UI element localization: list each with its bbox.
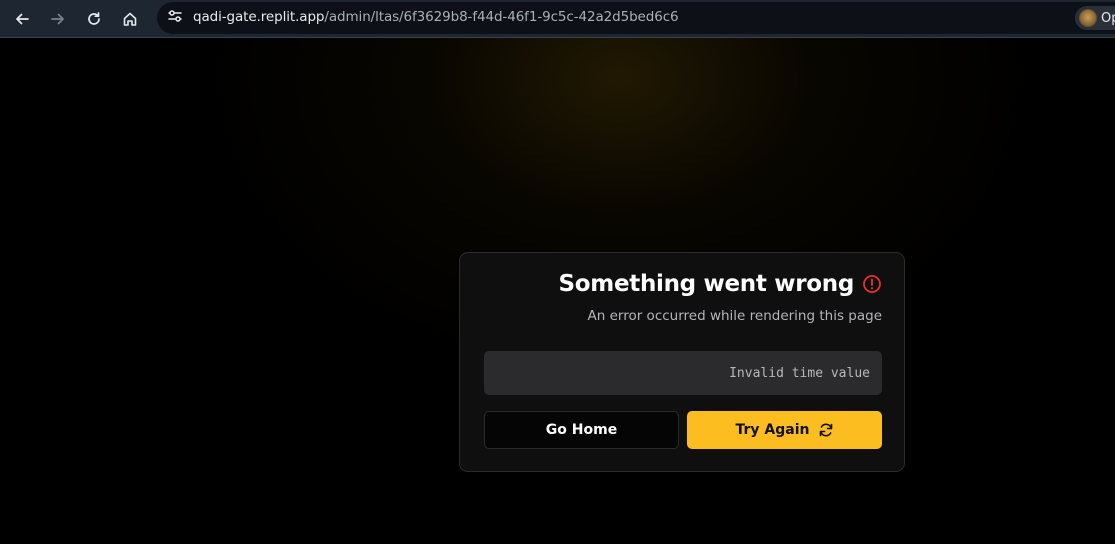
home-icon (122, 11, 138, 27)
profile-label: Op (1101, 10, 1115, 26)
error-message-box: Invalid time value (484, 351, 882, 395)
avatar (1079, 9, 1097, 27)
error-message: Invalid time value (729, 365, 870, 381)
go-home-button[interactable]: Go Home (484, 411, 679, 449)
error-card: Something went wrong An error occurred w… (459, 252, 905, 472)
refresh-icon (818, 422, 834, 438)
home-button[interactable] (116, 5, 144, 33)
back-button[interactable] (8, 5, 36, 33)
try-again-button[interactable]: Try Again (687, 411, 882, 449)
browser-toolbar: qadi-gate.replit.app/admin/ltas/6f3629b8… (0, 0, 1115, 38)
reload-button[interactable] (80, 5, 108, 33)
profile-button[interactable]: Op (1075, 6, 1115, 30)
try-again-label: Try Again (735, 422, 810, 438)
tune-icon (167, 8, 183, 28)
url-text[interactable]: qadi-gate.replit.app/admin/ltas/6f3629b8… (193, 9, 679, 25)
url-host: qadi-gate.replit.app (193, 9, 325, 25)
alert-circle-icon (862, 274, 882, 294)
forward-button[interactable] (44, 5, 72, 33)
reload-icon (86, 11, 102, 27)
arrow-left-icon (14, 11, 30, 27)
page-title: Something went wrong (558, 271, 855, 297)
card-title-row: Something went wrong (559, 271, 882, 297)
error-subtitle: An error occurred while rendering this p… (587, 308, 883, 324)
page-content: Something went wrong An error occurred w… (0, 38, 1115, 544)
address-bar[interactable]: qadi-gate.replit.app/admin/ltas/6f3629b8… (157, 2, 1115, 34)
arrow-right-icon (50, 11, 66, 27)
site-info-button[interactable] (163, 6, 187, 30)
url-path: /admin/ltas/6f3629b8-f44d-46f1-9c5c-42a2… (324, 9, 679, 25)
go-home-label: Go Home (545, 422, 618, 438)
